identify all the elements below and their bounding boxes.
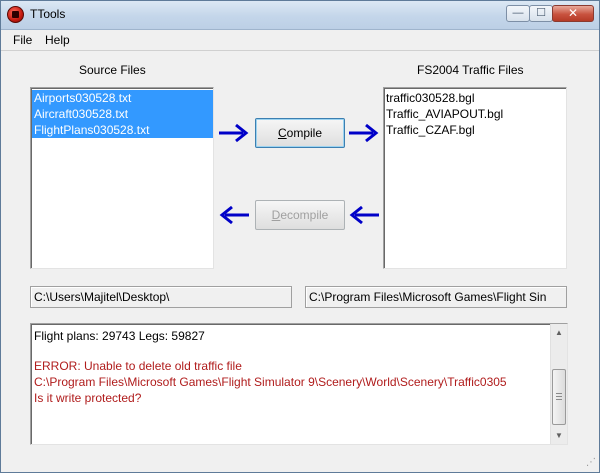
list-item[interactable]: Airports030528.txt	[32, 90, 213, 106]
traffic-files-label: FS2004 Traffic Files	[417, 63, 524, 77]
compile-button[interactable]: Compile	[255, 118, 345, 148]
decompile-button[interactable]: Decompile	[255, 200, 345, 230]
log-text: Flight plans: 29743 Legs: 59827 ERROR: U…	[34, 328, 549, 406]
log-output[interactable]: Flight plans: 29743 Legs: 59827 ERROR: U…	[30, 323, 568, 445]
arrow-right-icon	[219, 123, 249, 143]
list-item[interactable]: Traffic_CZAF.bgl	[384, 122, 566, 138]
scroll-down-icon[interactable]: ▼	[551, 427, 567, 444]
compile-accel: C	[277, 126, 287, 140]
close-button[interactable]: ✕	[552, 5, 594, 22]
log-scrollbar[interactable]: ▲ ▼	[550, 324, 567, 444]
log-error-path-line: C:\Program Files\Microsoft Games\Flight …	[34, 375, 507, 389]
grip-line	[556, 399, 562, 400]
compile-label: ompile	[286, 126, 323, 140]
menu-file[interactable]: File	[13, 33, 32, 47]
minimize-button[interactable]: —	[506, 5, 530, 22]
arrow-right-icon	[349, 123, 379, 143]
grip-line	[556, 393, 562, 394]
ttools-window: TTools — ☐ ✕ File Help Source Files FS20…	[0, 0, 600, 473]
decompile-label: ecompile	[280, 208, 329, 222]
log-error-line: ERROR: Unable to delete old traffic file	[34, 359, 242, 373]
scroll-up-icon[interactable]: ▲	[551, 324, 567, 341]
source-files-list[interactable]: Airports030528.txt Aircraft030528.txt Fl…	[30, 87, 214, 269]
arrow-left-icon	[349, 205, 379, 225]
traffic-path-field[interactable]: C:\Program Files\Microsoft Games\Flight …	[305, 286, 567, 308]
list-item[interactable]: Aircraft030528.txt	[32, 106, 213, 122]
list-item[interactable]: FlightPlans030528.txt	[32, 122, 213, 138]
log-error-question-line: Is it write protected?	[34, 391, 142, 405]
log-stats-line: Flight plans: 29743 Legs: 59827	[34, 329, 205, 343]
scroll-thumb[interactable]	[552, 369, 566, 425]
app-icon[interactable]	[7, 6, 24, 23]
decompile-accel: D	[271, 208, 281, 222]
resize-grip-icon[interactable]: ⋰	[584, 457, 596, 469]
title-bar[interactable]: TTools — ☐ ✕	[1, 1, 599, 30]
arrow-left-icon	[219, 205, 249, 225]
window-title: TTools	[30, 7, 66, 21]
traffic-files-list[interactable]: traffic030528.bgl Traffic_AVIAPOUT.bgl T…	[383, 87, 567, 269]
list-item[interactable]: Traffic_AVIAPOUT.bgl	[384, 106, 566, 122]
list-item[interactable]: traffic030528.bgl	[384, 90, 566, 106]
menu-bar: File Help	[1, 30, 599, 51]
source-path-field[interactable]: C:\Users\Majitel\Desktop\	[30, 286, 292, 308]
menu-help[interactable]: Help	[45, 33, 70, 47]
log-blank-line	[34, 344, 549, 358]
source-files-label: Source Files	[79, 63, 146, 77]
grip-line	[556, 396, 562, 397]
maximize-button[interactable]: ☐	[529, 5, 553, 22]
